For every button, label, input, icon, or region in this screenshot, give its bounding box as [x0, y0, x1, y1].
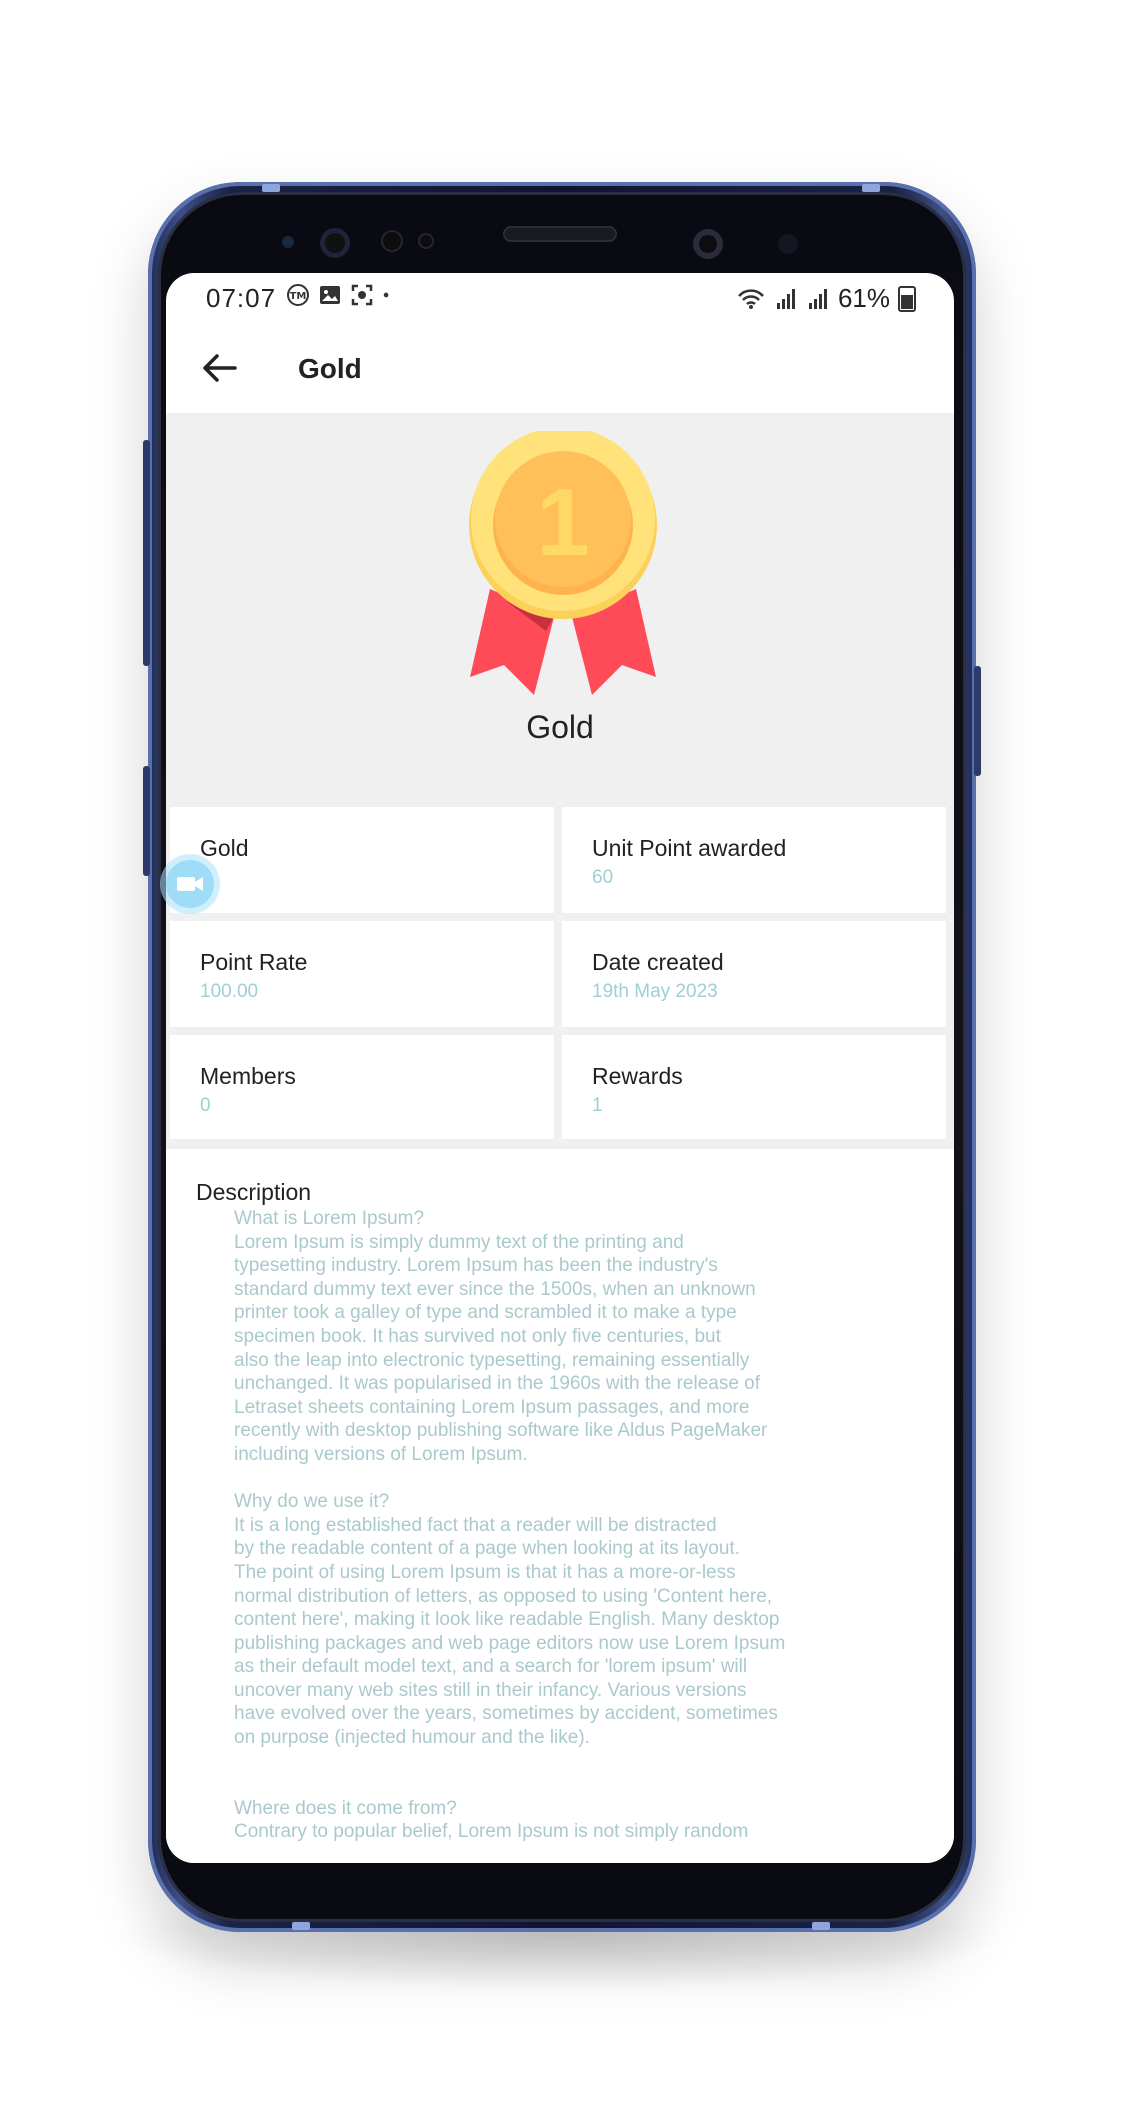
- phone-screen: 07:07 TM 61% Gold 1 Gold Gold Unit Point…: [166, 273, 954, 1863]
- ambient-sensor-2: [418, 233, 434, 249]
- screen-recorder-button[interactable]: [166, 860, 214, 908]
- signal-icon-2: [808, 288, 827, 309]
- detail-card-point-rate: Point Rate 100.00: [170, 921, 554, 1027]
- video-camera-icon: [177, 877, 203, 891]
- frame-accent-bottom-left: [292, 1922, 310, 1930]
- back-button[interactable]: [194, 345, 244, 391]
- wifi-icon: [738, 288, 764, 309]
- power-button: [974, 666, 981, 776]
- section-divider: [166, 1139, 954, 1149]
- status-notification-icons: TM: [286, 283, 396, 307]
- detail-value: 19th May 2023: [592, 981, 718, 1002]
- detail-value: 0: [200, 1095, 211, 1116]
- detail-card-date-created: Date created 19th May 2023: [562, 921, 946, 1027]
- svg-text:TM: TM: [290, 291, 307, 302]
- status-time: 07:07: [206, 283, 277, 313]
- detail-label: Rewards: [592, 1063, 683, 1089]
- detail-label: Unit Point awarded: [592, 835, 787, 861]
- dot-icon: [383, 292, 389, 298]
- signal-icon: [776, 288, 795, 309]
- volume-down-button: [143, 766, 150, 876]
- frame-accent-top-right: [862, 184, 880, 192]
- app-bar: Gold: [166, 323, 954, 413]
- detail-label: Date created: [592, 949, 724, 975]
- detail-card-unit-point: Unit Point awarded 60: [562, 807, 946, 913]
- description-body: What is Lorem Ipsum? Lorem Ipsum is simp…: [234, 1208, 786, 1843]
- front-sensor: [778, 234, 798, 254]
- svg-text:1: 1: [536, 469, 589, 576]
- detail-card-members: Members 0: [170, 1035, 554, 1141]
- page-title: Gold: [298, 353, 362, 384]
- detail-value: 60: [592, 867, 614, 888]
- front-camera: [693, 229, 723, 259]
- frame-accent-bottom-right: [812, 1922, 830, 1930]
- detail-card-gold: Gold: [170, 807, 554, 913]
- screenshot-icon: [351, 284, 373, 306]
- description-section: Description What is Lorem Ipsum? Lorem I…: [166, 1149, 954, 1863]
- ambient-sensor-1: [381, 230, 403, 252]
- volume-up-button: [143, 440, 150, 666]
- gold-medal-icon: 1: [469, 431, 657, 695]
- proximity-sensor: [282, 236, 294, 248]
- tm-icon: TM: [287, 284, 309, 306]
- detail-value: 1: [592, 1095, 603, 1116]
- image-icon: [320, 286, 340, 304]
- status-system-icons: 61%: [736, 283, 916, 314]
- description-title: Description: [196, 1179, 312, 1205]
- earpiece-speaker: [503, 226, 617, 242]
- iris-scanner: [320, 228, 350, 258]
- detail-value: 100.00: [200, 981, 259, 1002]
- arrow-left-icon: [203, 354, 237, 382]
- detail-card-rewards: Rewards 1: [562, 1035, 946, 1141]
- battery-percent: 61%: [837, 283, 890, 313]
- detail-label: Gold: [200, 835, 249, 861]
- detail-label: Members: [200, 1063, 296, 1089]
- details-grid: Gold Unit Point awarded 60 Point Rate 10…: [166, 799, 954, 1141]
- battery-icon: [898, 285, 916, 312]
- status-bar: 07:07 TM 61%: [166, 273, 954, 323]
- tier-name: Gold: [526, 709, 594, 745]
- frame-accent-top-left: [262, 184, 280, 192]
- detail-label: Point Rate: [200, 949, 308, 975]
- tier-hero: 1 Gold: [166, 413, 954, 799]
